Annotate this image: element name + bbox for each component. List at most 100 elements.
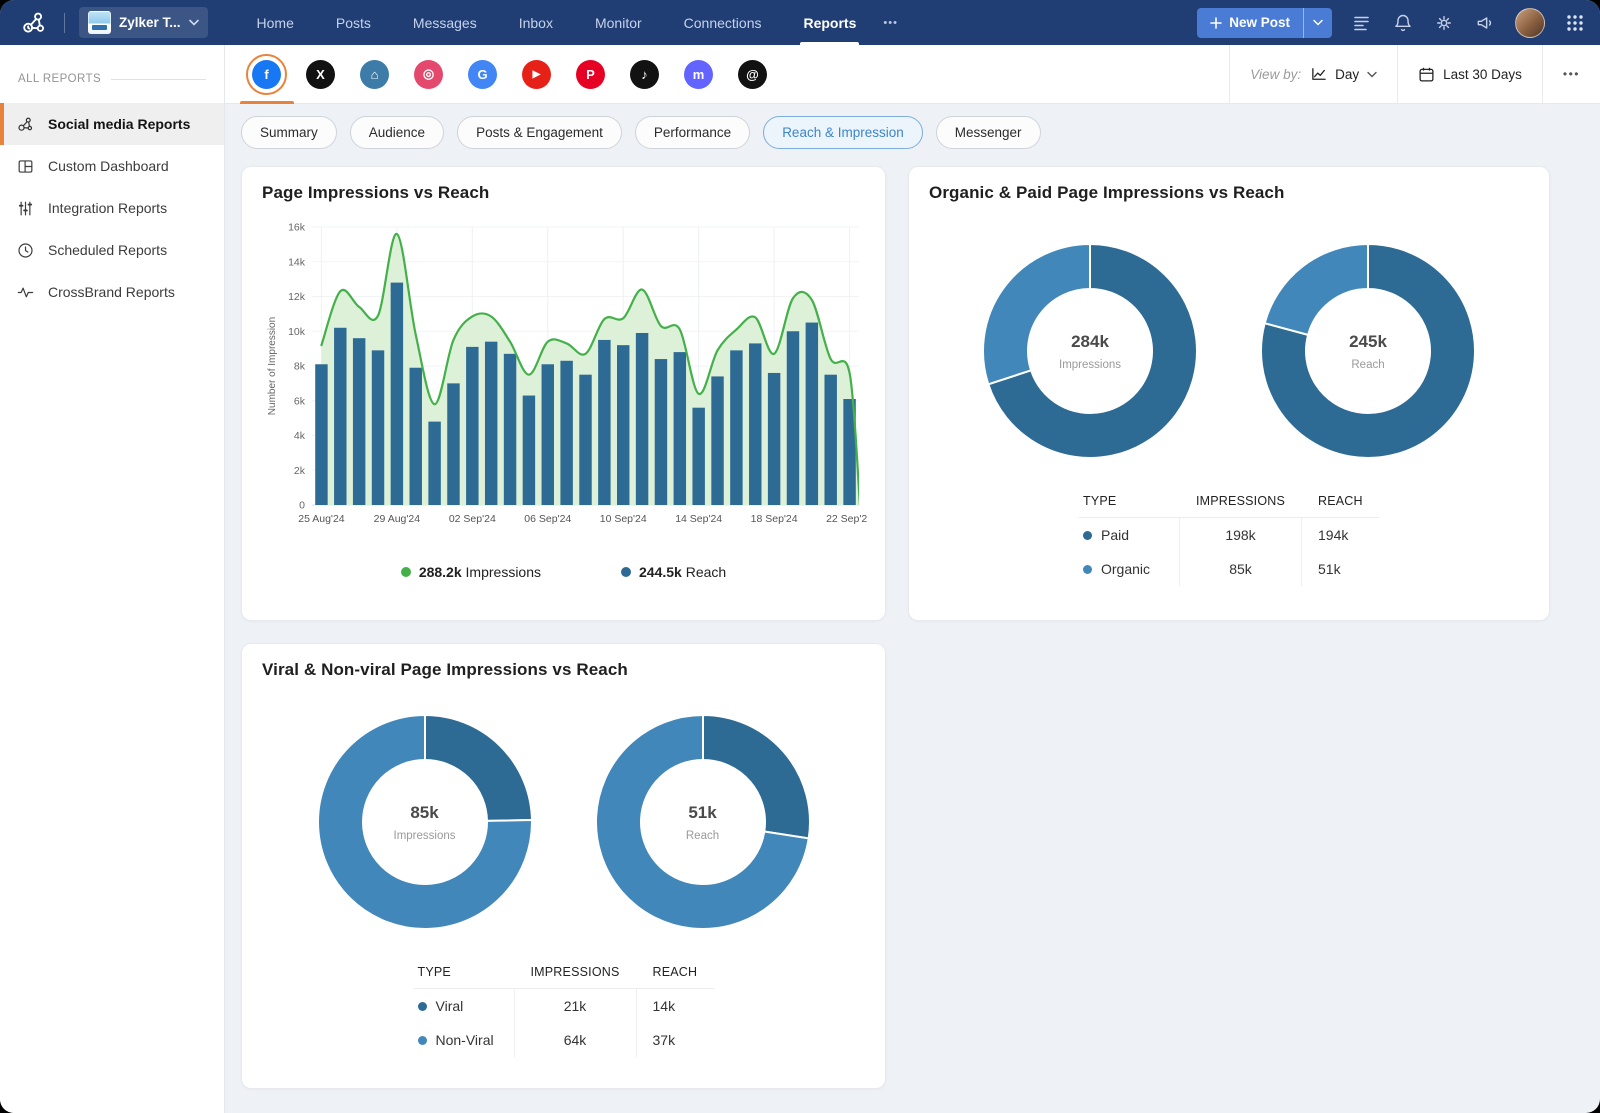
network-x[interactable]: X: [306, 45, 335, 104]
sidebar-item-scheduled-reports[interactable]: Scheduled Reports: [0, 229, 224, 271]
donut-center-value: 245k: [1349, 332, 1387, 352]
network-instagram[interactable]: ◎: [414, 45, 443, 104]
chevron-down-icon: [1313, 19, 1323, 26]
legend-reach: 244.5k Reach: [621, 564, 726, 580]
brand-name: Zylker T...: [119, 15, 181, 30]
report-tabs: Summary Audience Posts & Engagement Perf…: [225, 104, 1600, 160]
table-row: Organic 85k 51k: [1079, 552, 1379, 586]
donut-charts: 85k Impressions 51k Reach: [262, 712, 865, 932]
divider: [64, 13, 65, 33]
svg-text:8k: 8k: [294, 361, 306, 373]
threads-at-icon: @: [738, 60, 767, 89]
pinterest-p-icon: P: [576, 60, 605, 89]
svg-text:14 Sep'24: 14 Sep'24: [675, 513, 722, 525]
svg-text:25 Aug'24: 25 Aug'24: [298, 513, 345, 525]
network-pinterest[interactable]: P: [576, 45, 605, 104]
sliders-icon: [16, 199, 35, 218]
new-post-dropdown[interactable]: [1303, 8, 1332, 38]
settings-gear-icon[interactable]: [1433, 12, 1455, 34]
tab-audience[interactable]: Audience: [350, 116, 444, 149]
legend-impressions: 288.2k Impressions: [401, 564, 541, 580]
reports-sidebar: ALL REPORTS Social media Reports Custom …: [0, 45, 225, 1113]
impressions-vs-reach-chart: 02k4k6k8k10k12k14k16k25 Aug'2429 Aug'240…: [262, 213, 865, 548]
legend-dot-blue: [621, 567, 631, 577]
viral-reach-donut: 51k Reach: [593, 712, 813, 932]
nav-inbox[interactable]: Inbox: [498, 0, 574, 45]
card-viral-nonviral: Viral & Non-viral Page Impressions vs Re…: [241, 643, 886, 1089]
svg-text:02 Sep'24: 02 Sep'24: [449, 513, 496, 525]
svg-text:10 Sep'24: 10 Sep'24: [600, 513, 647, 525]
building-icon: ⌂: [360, 60, 389, 89]
network-threads[interactable]: @: [738, 45, 767, 104]
legend-dot-green: [401, 567, 411, 577]
network-youtube[interactable]: ▶: [522, 45, 551, 104]
mastodon-m-icon: m: [684, 60, 713, 89]
donut-center-value: 85k: [410, 803, 438, 823]
nav-monitor[interactable]: Monitor: [574, 0, 663, 45]
svg-text:6k: 6k: [294, 395, 306, 407]
view-by-selector[interactable]: View by: Day: [1229, 45, 1397, 103]
tab-summary[interactable]: Summary: [241, 116, 337, 149]
date-range-selector[interactable]: Last 30 Days: [1397, 45, 1542, 103]
channel-bar: f X ⌂ ◎ G ▶ P ♪ m @ View by: Day: [225, 45, 1600, 104]
svg-text:0: 0: [299, 500, 305, 512]
nav-overflow-icon[interactable]: •••: [877, 17, 904, 29]
table-header-row: TYPE IMPRESSIONS REACH: [414, 956, 714, 989]
google-g-icon: G: [468, 60, 497, 89]
table-row: Viral 21k 14k: [414, 989, 714, 1023]
nav-home[interactable]: Home: [236, 0, 315, 45]
channel-bar-controls: View by: Day Last 30 Days •••: [1229, 45, 1600, 103]
sidebar-item-crossbrand-reports[interactable]: CrossBrand Reports: [0, 271, 224, 313]
chevron-down-icon: [189, 19, 199, 26]
tab-messenger[interactable]: Messenger: [936, 116, 1041, 149]
divider: [111, 79, 206, 80]
channel-bar-more-icon[interactable]: •••: [1542, 45, 1600, 103]
card-title: Organic & Paid Page Impressions vs Reach: [929, 183, 1529, 203]
donut-center-value: 284k: [1071, 332, 1109, 352]
card-title: Viral & Non-viral Page Impressions vs Re…: [262, 660, 865, 680]
sidebar-item-integration-reports[interactable]: Integration Reports: [0, 187, 224, 229]
announcements-megaphone-icon[interactable]: [1474, 12, 1496, 34]
table-row: Non-Viral 64k 37k: [414, 1023, 714, 1057]
viral-impressions-donut: 85k Impressions: [315, 712, 535, 932]
user-avatar[interactable]: [1515, 8, 1545, 38]
network-facebook[interactable]: f: [252, 45, 281, 104]
svg-text:29 Aug'24: 29 Aug'24: [374, 513, 421, 525]
tab-reach-impression[interactable]: Reach & Impression: [763, 116, 923, 149]
svg-text:Number of Impression: Number of Impression: [267, 317, 278, 415]
svg-text:4k: 4k: [294, 430, 306, 442]
top-navigation: Zylker T... Home Posts Messages Inbox Mo…: [0, 0, 1600, 45]
svg-text:16k: 16k: [288, 222, 306, 234]
organic-paid-impressions-donut: 284k Impressions: [980, 241, 1200, 461]
activity-feed-icon[interactable]: [1351, 12, 1373, 34]
tab-performance[interactable]: Performance: [635, 116, 750, 149]
svg-text:2k: 2k: [294, 465, 306, 477]
apps-grid-icon[interactable]: [1564, 12, 1586, 34]
zoho-social-logo-icon[interactable]: [14, 6, 54, 40]
brand-avatar: [88, 11, 111, 34]
nav-messages[interactable]: Messages: [392, 0, 498, 45]
nav-posts[interactable]: Posts: [315, 0, 392, 45]
network-mastodon[interactable]: m: [684, 45, 713, 104]
chart-legend: 288.2k Impressions 244.5k Reach: [262, 564, 865, 580]
topnav-actions: New Post: [1197, 8, 1586, 38]
network-google-my-business[interactable]: G: [468, 45, 497, 104]
brand-selector[interactable]: Zylker T...: [79, 7, 208, 38]
line-chart-icon: [1311, 67, 1327, 81]
network-chips: f X ⌂ ◎ G ▶ P ♪ m @: [252, 45, 767, 103]
new-post-button[interactable]: New Post: [1197, 8, 1332, 38]
notifications-bell-icon[interactable]: [1392, 12, 1414, 34]
nav-reports[interactable]: Reports: [782, 0, 877, 45]
pulse-icon: [16, 283, 35, 302]
nav-connections[interactable]: Connections: [663, 0, 783, 45]
svg-text:18 Sep'24: 18 Sep'24: [751, 513, 798, 525]
donut-charts: 284k Impressions 245k Reach: [929, 241, 1529, 461]
x-icon: X: [306, 60, 335, 89]
sidebar-item-custom-dashboard[interactable]: Custom Dashboard: [0, 145, 224, 187]
sidebar-item-social-media-reports[interactable]: Social media Reports: [0, 103, 224, 145]
all-reports-label: ALL REPORTS: [18, 73, 101, 85]
tab-posts-engagement[interactable]: Posts & Engagement: [457, 116, 622, 149]
network-linkedin[interactable]: ⌂: [360, 45, 389, 104]
series-dot: [418, 1036, 427, 1045]
network-tiktok[interactable]: ♪: [630, 45, 659, 104]
